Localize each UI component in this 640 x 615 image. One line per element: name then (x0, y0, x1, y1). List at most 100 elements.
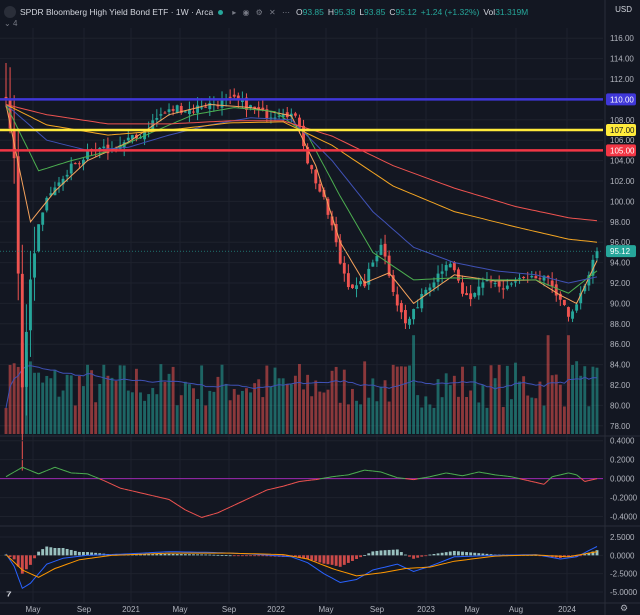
volume-bar (558, 384, 562, 434)
volume-bar (110, 377, 114, 434)
oscillator-segment (523, 479, 528, 482)
candle-body (351, 284, 354, 289)
volume-bar (465, 396, 469, 434)
volume-bar (514, 362, 517, 434)
candle-body (493, 283, 497, 285)
volume-bar (420, 407, 424, 434)
macd-histogram-bar (322, 555, 326, 564)
macd-histogram-bar (330, 555, 334, 565)
candle-body (204, 106, 208, 108)
volume-bar (403, 366, 407, 434)
volume-bar (562, 406, 566, 434)
volume-bar (163, 381, 167, 434)
volume-bar (440, 397, 444, 434)
candle-body (293, 113, 297, 116)
y-tick-label: 0.4000 (610, 437, 635, 446)
candle-body (16, 156, 20, 274)
oscillator-segment (172, 501, 178, 506)
candle-body (399, 303, 403, 313)
oscillator-segment (450, 473, 455, 475)
volume-bar (33, 372, 36, 434)
oscillator-segment (242, 499, 247, 502)
price-chart[interactable]: 116.00 114.00 112.00 110.00 108.00 106.00 104.… (0, 0, 640, 615)
oscillator-segment (539, 482, 545, 485)
volume-bar (342, 369, 346, 434)
volume-bar (37, 372, 41, 434)
candle-body (595, 251, 599, 259)
macd-histogram-bar (183, 554, 187, 556)
oscillator-segment (54, 466, 60, 470)
oscillator-segment (30, 470, 35, 473)
candle-body (534, 276, 538, 279)
macd-histogram-bar (355, 555, 358, 559)
volume-bar (122, 365, 126, 434)
volume-bar (240, 390, 244, 434)
macd-histogram-bar (436, 553, 440, 556)
macd-histogram-bar (391, 549, 395, 556)
oscillator-segment (576, 474, 582, 479)
volume-bar (367, 397, 371, 434)
x-tick-label: Sep (370, 605, 385, 614)
volume-bar (493, 378, 497, 434)
volume-bar (579, 375, 583, 434)
oscillator-segment (22, 466, 27, 470)
oscillator-segment (413, 478, 418, 481)
y-tick-label: 102.00 (610, 177, 635, 186)
symbol-logo-icon[interactable] (4, 6, 16, 18)
header-icons[interactable]: ▸ ◉ ⚙ ✕ ⋯ (232, 8, 292, 17)
currency-label[interactable]: USD (615, 5, 632, 14)
oscillator-segment (180, 506, 186, 511)
volume-bar (387, 401, 391, 434)
macd-histogram-bar (29, 555, 32, 565)
oscillator-segment (50, 466, 56, 470)
macd-histogram-bar (253, 555, 257, 557)
candle-body (359, 281, 363, 285)
volume-bar (473, 366, 477, 434)
volume-bar (363, 361, 367, 434)
volume-bar (293, 375, 297, 434)
y-tick-label: 92.00 (610, 279, 631, 288)
volume-bar (253, 383, 257, 434)
macd-histogram-bar (461, 551, 464, 556)
macd-histogram-bar (187, 554, 191, 556)
y-tick-label: 0.0000 (610, 475, 635, 484)
volume-bar (245, 388, 248, 434)
oscillator-segment (148, 494, 153, 497)
y-tick-label: -0.2000 (610, 494, 638, 503)
oscillator-segment (560, 473, 565, 476)
x-tick-label: Sep (77, 605, 92, 614)
candle-body (550, 280, 554, 287)
macd-histogram-bar (257, 555, 261, 557)
macd-histogram-bar (473, 552, 477, 556)
macd-histogram-bar (399, 552, 403, 556)
macd-histogram-bar (412, 555, 416, 559)
candle-body (509, 283, 513, 285)
macd-histogram-bar (452, 550, 456, 556)
oscillator-segment (315, 478, 320, 481)
candle-body (261, 107, 265, 110)
volume-bar (359, 404, 363, 434)
volume-bar (334, 366, 338, 434)
indicators-toggle[interactable]: ⌄ 4 (4, 19, 17, 28)
symbol-title[interactable]: SPDR Bloomberg High Yield Bond ETF · 1W … (20, 7, 213, 17)
candle-body (448, 263, 452, 268)
macd-histogram-bar (444, 552, 448, 556)
volume-bar (298, 364, 301, 434)
oscillator-segment (482, 472, 488, 474)
volume-bar (155, 394, 159, 434)
candle-body (497, 281, 501, 287)
macd-histogram-bar (8, 555, 12, 557)
oscillator-segment (26, 468, 31, 472)
volume-bar (228, 400, 232, 434)
oscillator-segment (458, 474, 463, 477)
candle-body (522, 277, 526, 279)
volume-bar (428, 404, 432, 434)
candle-body (24, 331, 28, 387)
volume-bar (98, 383, 102, 434)
macd-histogram-bar (41, 549, 45, 556)
macd-histogram-bar (351, 555, 354, 561)
macd-histogram-bar (24, 555, 28, 570)
macd-histogram-bar (192, 554, 195, 556)
oscillator-segment (38, 471, 43, 475)
oscillator-segment (535, 481, 541, 484)
